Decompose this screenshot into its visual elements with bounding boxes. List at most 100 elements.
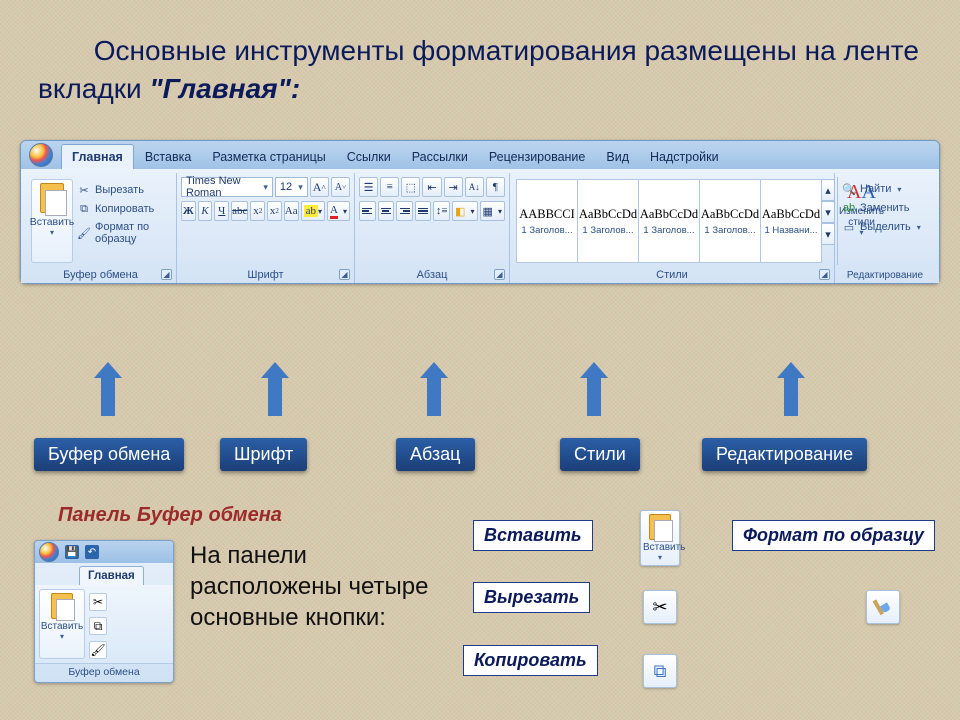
- callout-styles: Стили: [560, 438, 640, 471]
- mini-footer: Буфер обмена: [35, 663, 173, 682]
- heading: Основные инструменты форматирования разм…: [38, 32, 922, 108]
- undo-icon[interactable]: ↶: [85, 545, 99, 559]
- group-editing-label: Редактирование: [835, 270, 935, 281]
- tab-view[interactable]: Вид: [596, 145, 639, 169]
- increase-indent-button[interactable]: ⇥: [444, 177, 463, 197]
- show-marks-button[interactable]: ¶: [486, 177, 505, 197]
- group-styles: AABBCCI1 Заголов... AaBbCcDd1 Заголов...…: [510, 173, 835, 283]
- font-color-button[interactable]: A▾: [327, 201, 350, 221]
- multilevel-button[interactable]: ⬚: [401, 177, 420, 197]
- align-center-button[interactable]: [378, 201, 395, 221]
- font-name-combo[interactable]: Times New Roman▾: [181, 177, 273, 197]
- scissors-icon[interactable]: ✂: [89, 593, 107, 611]
- copy-icon[interactable]: ⧉: [89, 617, 107, 635]
- strike-button[interactable]: abc: [231, 201, 248, 221]
- arrow-icon: [581, 362, 607, 416]
- grow-font-button[interactable]: A˄: [310, 177, 329, 197]
- styles-dialog-launcher[interactable]: ◢: [819, 269, 830, 280]
- office-button-icon[interactable]: [39, 542, 59, 562]
- paste-icon: [649, 514, 671, 540]
- tab-insert[interactable]: Вставка: [135, 145, 201, 169]
- decrease-indent-button[interactable]: ⇤: [422, 177, 441, 197]
- tab-references[interactable]: Ссылки: [337, 145, 401, 169]
- change-case-button[interactable]: Aa: [284, 201, 299, 221]
- label-format-painter: Формат по образцу: [732, 520, 935, 551]
- font-size-combo[interactable]: 12▾: [275, 177, 308, 197]
- find-button[interactable]: 🔍Найти▾: [842, 182, 928, 196]
- style-item[interactable]: AaBbCcDd1 Заголов...: [699, 179, 761, 263]
- style-item[interactable]: AaBbCcDd1 Названи...: [760, 179, 822, 263]
- gallery-more-button[interactable]: ▾: [821, 223, 835, 245]
- brush-icon: [873, 595, 894, 619]
- label-copy: Копировать: [463, 645, 598, 676]
- tab-layout[interactable]: Разметка страницы: [202, 145, 335, 169]
- superscript-button[interactable]: x2: [267, 201, 282, 221]
- tab-home[interactable]: Главная: [61, 144, 134, 169]
- copy-button[interactable]: ⧉Копировать: [77, 202, 172, 216]
- borders-button[interactable]: ▦▾: [480, 201, 505, 221]
- numbering-button[interactable]: ≡: [380, 177, 399, 197]
- gallery-down-button[interactable]: ▾: [821, 201, 835, 223]
- binoculars-icon: 🔍: [842, 182, 856, 196]
- panel-description: На панели расположены четыре основные кн…: [190, 540, 450, 634]
- mini-tab-home[interactable]: Главная: [79, 566, 144, 585]
- tab-mailings[interactable]: Рассылки: [402, 145, 478, 169]
- cut-button[interactable]: ✂Вырезать: [77, 183, 172, 197]
- mini-paste-button[interactable]: Вставить ▾: [39, 589, 85, 659]
- shading-button[interactable]: ◧▾: [452, 201, 477, 221]
- bold-button[interactable]: Ж: [181, 201, 196, 221]
- underline-button[interactable]: Ч: [214, 201, 229, 221]
- paste-example-button[interactable]: Вставить ▾: [640, 510, 680, 566]
- sort-button[interactable]: A↓: [465, 177, 484, 197]
- arrow-icon: [262, 362, 288, 416]
- select-button[interactable]: ▭Выделить▾: [842, 220, 928, 234]
- callout-paragraph: Абзац: [396, 438, 475, 471]
- office-button-icon[interactable]: [29, 143, 53, 167]
- align-left-button[interactable]: [359, 201, 376, 221]
- arrow-icon: [95, 362, 121, 416]
- save-icon[interactable]: 💾: [65, 545, 79, 559]
- clipboard-dialog-launcher[interactable]: ◢: [161, 269, 172, 280]
- style-item[interactable]: AaBbCcDd1 Заголов...: [577, 179, 639, 263]
- justify-button[interactable]: [415, 201, 432, 221]
- tab-review[interactable]: Рецензирование: [479, 145, 596, 169]
- line-spacing-button[interactable]: ↕≡: [433, 201, 450, 221]
- group-font: Times New Roman▾ 12▾ A˄ A˅ Ж К Ч abc x2 …: [177, 173, 355, 283]
- tab-addins[interactable]: Надстройки: [640, 145, 729, 169]
- replace-button[interactable]: abЗаменить: [842, 201, 928, 215]
- style-item[interactable]: AaBbCcDd1 Заголов...: [638, 179, 700, 263]
- align-right-button[interactable]: [396, 201, 413, 221]
- brush-icon[interactable]: 🖌: [89, 641, 107, 659]
- scissors-icon: ✂: [77, 183, 91, 197]
- italic-button[interactable]: К: [198, 201, 213, 221]
- paste-icon: [40, 183, 64, 213]
- paste-label: Вставить: [30, 216, 75, 228]
- subscript-button[interactable]: x2: [250, 201, 265, 221]
- cut-example-button[interactable]: ✂: [643, 590, 677, 624]
- paste-icon: [51, 593, 73, 619]
- label-paste: Вставить: [473, 520, 593, 551]
- gallery-up-button[interactable]: ▴: [821, 179, 835, 201]
- font-dialog-launcher[interactable]: ◢: [339, 269, 350, 280]
- arrow-icon: [778, 362, 804, 416]
- copy-icon: ⧉: [654, 661, 667, 682]
- format-painter-button[interactable]: 🖌Формат по образцу: [77, 221, 172, 245]
- highlight-button[interactable]: ab▾: [301, 201, 325, 221]
- style-item[interactable]: AABBCCI1 Заголов...: [516, 179, 578, 263]
- copy-example-button[interactable]: ⧉: [643, 654, 677, 688]
- shrink-font-button[interactable]: A˅: [331, 177, 350, 197]
- panel-title: Панель Буфер обмена: [58, 504, 282, 527]
- clipboard-mini-panel: 💾 ↶ Главная Вставить ▾ ✂ ⧉ 🖌 Буфер обмен…: [34, 540, 174, 683]
- style-gallery[interactable]: AABBCCI1 Заголов... AaBbCcDd1 Заголов...…: [516, 179, 835, 263]
- format-painter-example-button[interactable]: [866, 590, 900, 624]
- replace-icon: ab: [842, 201, 856, 215]
- paragraph-dialog-launcher[interactable]: ◢: [494, 269, 505, 280]
- bullets-button[interactable]: ☰: [359, 177, 378, 197]
- group-clipboard-label: Буфер обмена: [25, 269, 176, 281]
- brush-icon: 🖌: [77, 226, 91, 240]
- paste-button[interactable]: Вставить ▾: [31, 179, 73, 263]
- arrow-icon: [421, 362, 447, 416]
- group-styles-label: Стили: [510, 269, 834, 281]
- group-paragraph-label: Абзац: [355, 269, 509, 281]
- callout-font: Шрифт: [220, 438, 307, 471]
